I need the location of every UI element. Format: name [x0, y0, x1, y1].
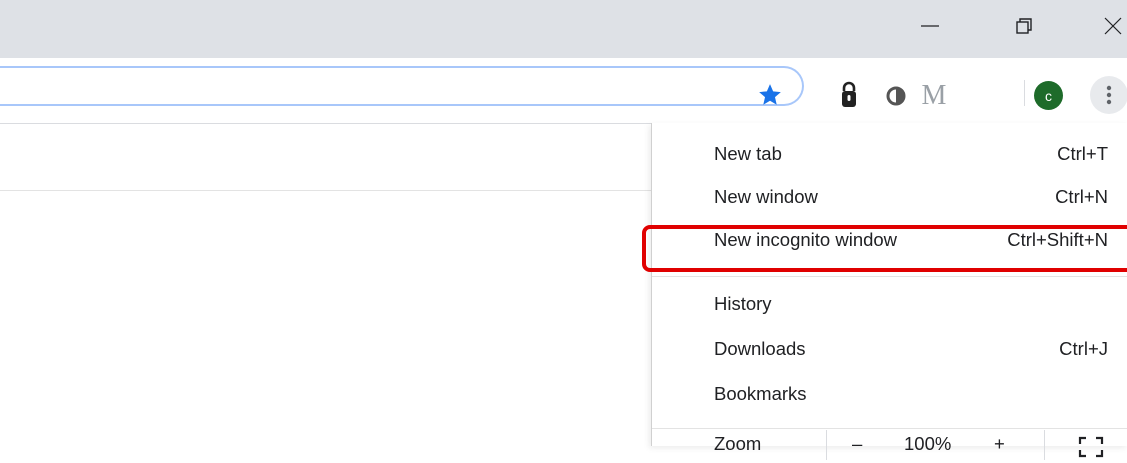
restore-button[interactable]	[1001, 0, 1047, 52]
menu-item-label: New tab	[714, 143, 782, 164]
extension-m-label: M	[921, 80, 947, 111]
menu-item-new-incognito-window[interactable]: New incognito window Ctrl+Shift+N	[652, 218, 1127, 262]
zoom-in-button[interactable]: +	[994, 433, 1005, 455]
restore-icon	[1016, 18, 1032, 34]
title-bar	[0, 0, 1127, 58]
zoom-divider	[1044, 430, 1045, 460]
extension-m-button[interactable]: M	[917, 80, 951, 112]
menu-item-label: Bookmarks	[714, 383, 807, 404]
zoom-level: 100%	[904, 433, 952, 454]
profile-avatar[interactable]: c	[1034, 81, 1063, 110]
minimize-icon	[921, 25, 939, 27]
menu-item-label: History	[714, 293, 772, 314]
menu-item-shortcut: Ctrl+J	[1059, 338, 1108, 359]
menu-item-new-tab[interactable]: New tab Ctrl+T	[652, 132, 1127, 176]
extension-lock-button[interactable]	[836, 78, 862, 112]
menu-item-label: Downloads	[714, 338, 806, 359]
padlock-extension-icon	[842, 81, 856, 107]
bookmark-star-button[interactable]	[755, 80, 785, 110]
close-icon	[1104, 17, 1122, 35]
menu-item-shortcut: Ctrl+T	[1057, 143, 1108, 164]
menu-divider	[652, 276, 1127, 277]
three-dots-vertical-icon	[1106, 85, 1112, 105]
extension-circle-button[interactable]	[883, 83, 909, 109]
close-button[interactable]	[1090, 0, 1127, 52]
page-content-divider	[0, 190, 651, 191]
menu-divider	[652, 428, 1127, 429]
menu-item-history[interactable]: History	[652, 282, 1127, 326]
chrome-dropdown-menu: New tab Ctrl+T New window Ctrl+N New inc…	[651, 123, 1127, 460]
menu-item-shortcut: Ctrl+N	[1055, 186, 1108, 207]
menu-item-label: New window	[714, 186, 818, 207]
toolbar-divider	[1024, 80, 1025, 106]
zoom-divider	[826, 430, 827, 460]
zoom-row: Zoom – 100% +	[652, 430, 1127, 460]
fullscreen-button[interactable]	[1078, 436, 1104, 458]
menu-item-label: New incognito window	[714, 229, 898, 250]
zoom-label: Zoom	[714, 433, 762, 454]
zoom-out-button[interactable]: –	[852, 433, 862, 455]
half-circle-extension-icon	[886, 86, 906, 106]
menu-item-bookmarks[interactable]: Bookmarks	[652, 372, 1127, 416]
chrome-menu-button[interactable]	[1090, 76, 1127, 114]
menu-item-new-window[interactable]: New window Ctrl+N	[652, 175, 1127, 219]
minimize-button[interactable]	[907, 0, 953, 52]
star-icon	[759, 84, 781, 105]
avatar-letter: c	[1045, 87, 1052, 104]
browser-toolbar	[0, 58, 1127, 124]
menu-item-shortcut: Ctrl+Shift+N	[1007, 229, 1108, 250]
address-bar[interactable]	[0, 66, 804, 106]
menu-item-downloads[interactable]: Downloads Ctrl+J	[652, 327, 1127, 371]
fullscreen-icon	[1078, 436, 1104, 458]
